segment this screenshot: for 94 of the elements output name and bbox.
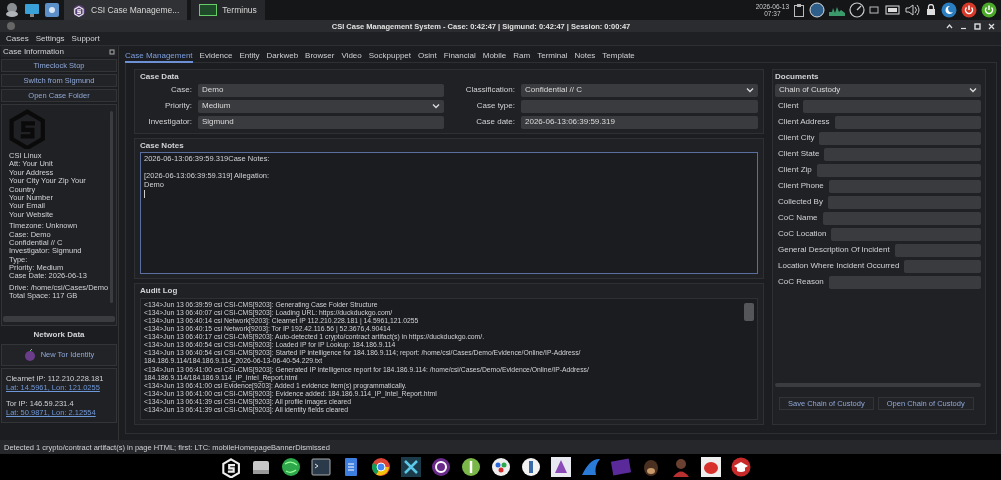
power-icon[interactable]	[961, 2, 977, 18]
sleep-icon[interactable]	[941, 2, 957, 18]
text-cursor	[144, 189, 145, 198]
scrollbar[interactable]	[744, 302, 754, 321]
menu-item[interactable]: Cases	[6, 33, 29, 44]
section-title: Case Data	[140, 72, 180, 82]
task-button[interactable]: CSI Case Manageme...	[64, 0, 188, 20]
tab[interactable]: Terminal	[537, 50, 568, 63]
tab[interactable]: Sockpuppet	[368, 50, 412, 63]
text-field[interactable]	[828, 179, 981, 193]
tab[interactable]: Template	[602, 50, 635, 63]
chevron-icon	[432, 103, 440, 110]
tab[interactable]: Browser	[305, 50, 335, 63]
field-label: Location Where Incident Occurred	[778, 261, 900, 271]
graduation-icon[interactable]	[729, 456, 752, 478]
section-title: Audit Log	[140, 286, 179, 296]
text-field[interactable]	[904, 259, 981, 273]
fin-icon[interactable]	[579, 456, 602, 478]
field-label: Client Address	[778, 117, 830, 127]
tab[interactable]: Evidence	[199, 50, 233, 63]
collapse-icon[interactable]	[946, 22, 953, 30]
terminal-icon[interactable]	[309, 456, 332, 478]
tab[interactable]: Video	[341, 50, 362, 63]
text-field[interactable]	[834, 115, 981, 129]
text-field[interactable]	[894, 243, 981, 257]
field-label: Case type:	[475, 101, 515, 111]
field-label: Case:	[170, 85, 192, 95]
text-field[interactable]	[803, 99, 981, 113]
field-label: Classification:	[464, 85, 515, 95]
browser-icon[interactable]	[369, 456, 392, 478]
lock-icon[interactable]	[925, 4, 937, 16]
menu-item[interactable]: Support	[71, 33, 100, 44]
text-field[interactable]	[819, 131, 981, 145]
field-label: Priority:	[163, 101, 192, 111]
tab[interactable]: Case Management	[125, 50, 193, 63]
field-label: CoC Name	[778, 213, 818, 223]
panel-title: Case Information	[3, 46, 64, 57]
dropdown[interactable]: Medium	[198, 99, 444, 113]
text-field[interactable]	[831, 227, 981, 241]
logo-icon[interactable]	[219, 456, 242, 478]
battery-icon[interactable]	[883, 4, 901, 16]
field-label: Client State	[778, 149, 820, 159]
field-label: Client City	[778, 133, 815, 143]
gauge-icon[interactable]	[849, 2, 865, 18]
field-label: CoC Location	[778, 229, 827, 239]
field-label: Client Zip	[778, 165, 812, 175]
field-label: Collected By	[778, 197, 823, 207]
text-field[interactable]	[816, 163, 981, 177]
field-label: Client Phone	[778, 181, 824, 191]
text-field[interactable]	[824, 147, 981, 161]
text-field[interactable]: 2026-06-13:06:39:59.319	[521, 115, 758, 129]
app-icon[interactable]	[549, 456, 572, 478]
tab[interactable]: Notes	[574, 50, 596, 63]
dropdown[interactable]: Confidential // C	[521, 83, 758, 97]
field-label: General Description Of Incident	[778, 245, 890, 255]
text-field[interactable]: Demo	[198, 83, 444, 97]
text-field[interactable]	[822, 211, 981, 225]
speaker-icon[interactable]	[905, 4, 921, 16]
onion-icon	[23, 348, 36, 361]
chevron-icon	[746, 87, 754, 94]
section-title: Network Data	[32, 329, 86, 341]
task-button[interactable]: Terminus	[191, 0, 265, 20]
field-label: Investigator:	[147, 117, 192, 127]
text-field[interactable]: Sigmund	[198, 115, 444, 129]
power-icon[interactable]	[981, 2, 997, 18]
close-icon[interactable]	[988, 22, 995, 30]
field-label: Case date:	[475, 117, 515, 127]
tab[interactable]: Financial	[443, 50, 476, 63]
app-icon	[72, 3, 86, 17]
settings-icon[interactable]	[44, 2, 60, 18]
section-title: Case Notes	[140, 140, 185, 151]
tab[interactable]: Osint	[418, 50, 437, 63]
scrollbar[interactable]	[3, 316, 115, 322]
field-label: Client	[778, 101, 799, 111]
monitor-icon[interactable]	[24, 2, 40, 18]
terminal-icon	[199, 4, 218, 16]
app-icon	[6, 21, 16, 31]
tab[interactable]: Mobile	[482, 50, 507, 63]
maximize-icon[interactable]	[974, 22, 981, 30]
section-title: Documents	[775, 72, 820, 82]
menu-item[interactable]: Settings	[35, 33, 65, 44]
text-field[interactable]	[521, 99, 758, 113]
tab[interactable]: Darkweb	[266, 50, 299, 63]
text-field[interactable]	[828, 275, 981, 289]
clipboard-icon[interactable]	[793, 3, 805, 17]
tab[interactable]: Entity	[239, 50, 260, 63]
logo-icon	[9, 109, 45, 149]
field-label: CoC Reason	[778, 277, 824, 287]
dropdown[interactable]: Chain of Custody	[775, 83, 981, 97]
chevron-icon	[969, 87, 977, 94]
text-field[interactable]	[827, 195, 981, 209]
tab[interactable]: Ram	[513, 50, 531, 63]
cross-icon[interactable]	[399, 456, 422, 478]
circles-icon[interactable]	[489, 456, 512, 478]
